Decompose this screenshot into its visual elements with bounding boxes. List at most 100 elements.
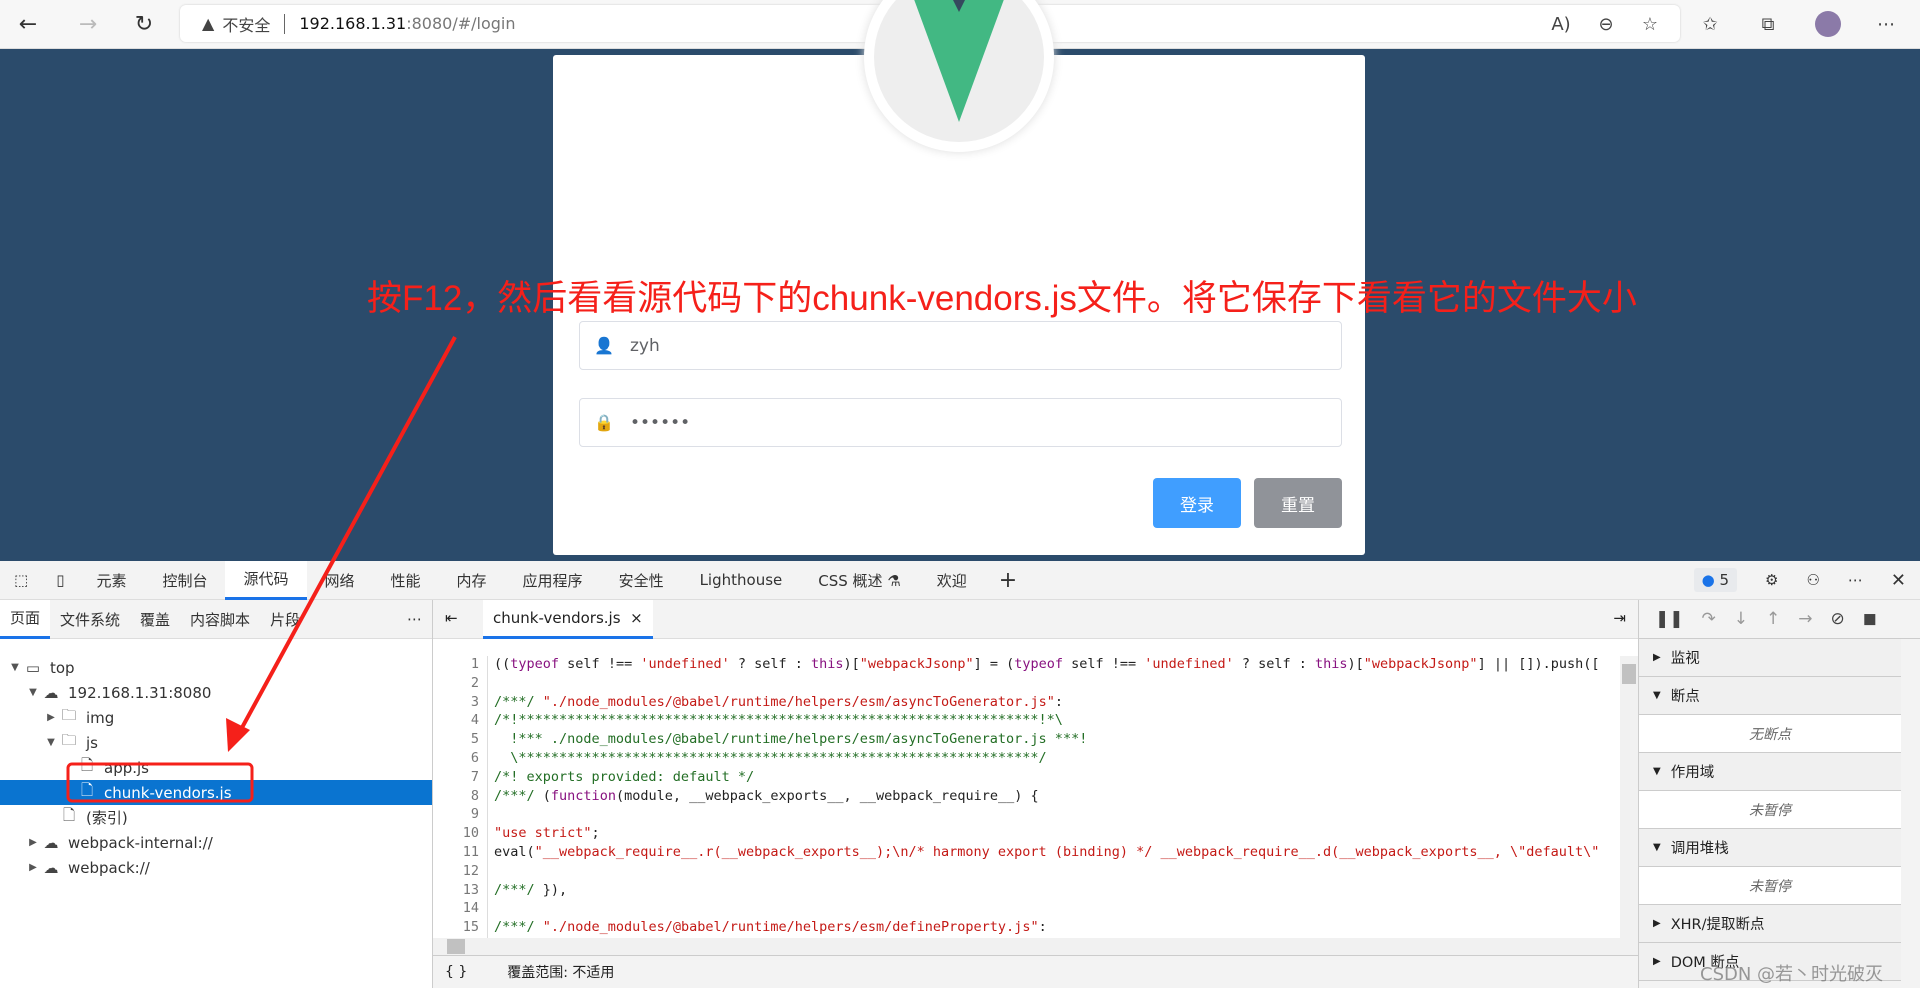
- code-line: 3 /***/ "./node_modules/@babel/runtime/he…: [433, 693, 1618, 713]
- more-options-icon[interactable]: ⋯: [1834, 561, 1877, 600]
- line-number[interactable]: 14: [433, 900, 488, 920]
- tab-5[interactable]: 内存: [439, 561, 505, 600]
- line-number[interactable]: 12: [433, 862, 488, 882]
- debugger-section-header[interactable]: ▼ 断点: [1639, 677, 1901, 715]
- tree-item[interactable]: ▶ 🗀 img: [0, 705, 432, 730]
- tab-8[interactable]: Lighthouse: [682, 561, 801, 600]
- line-number[interactable]: 1: [433, 656, 488, 675]
- read-aloud-icon[interactable]: A): [1545, 8, 1577, 40]
- expanded-arrow-icon[interactable]: ▼: [44, 737, 58, 748]
- tree-item[interactable]: 🗋 chunk-vendors.js: [0, 780, 432, 805]
- tree-item[interactable]: ▼ ☁ 192.168.1.31:8080: [0, 680, 432, 705]
- debugger-section-header[interactable]: ▶ XHR/提取断点: [1639, 905, 1901, 943]
- vertical-scrollbar[interactable]: [1620, 656, 1638, 938]
- feedback-icon[interactable]: ⚇: [1792, 561, 1833, 600]
- pretty-print-icon[interactable]: { }: [445, 964, 467, 980]
- more-tabs-icon[interactable]: ⋯: [397, 600, 432, 639]
- nav-tab-1[interactable]: 文件系统: [50, 600, 130, 639]
- collapsed-arrow-icon[interactable]: ▶: [26, 862, 40, 873]
- toggle-navigator-icon[interactable]: ⇤: [445, 609, 458, 627]
- tab-9[interactable]: CSS 概述 ⚗: [800, 561, 919, 600]
- close-tab-icon[interactable]: ×: [630, 609, 643, 627]
- tree-item[interactable]: 🗋 (索引): [0, 805, 432, 830]
- line-number[interactable]: 2: [433, 674, 488, 694]
- close-devtools-icon[interactable]: ✕: [1877, 561, 1920, 600]
- line-number[interactable]: 4: [433, 712, 488, 732]
- code-token: typeof: [510, 656, 560, 672]
- file-tab[interactable]: chunk-vendors.js ×: [483, 599, 653, 639]
- tab-4[interactable]: 性能: [373, 561, 439, 600]
- tree-item-label: top: [50, 658, 75, 677]
- line-number[interactable]: 7: [433, 768, 488, 788]
- code-view[interactable]: 1((typeof self !== 'undefined' ? self : …: [433, 656, 1618, 957]
- tree-item-label: 192.168.1.31:8080: [68, 683, 212, 702]
- line-number[interactable]: 10: [433, 825, 488, 844]
- add-tab-icon[interactable]: +: [985, 561, 1031, 600]
- line-number[interactable]: 6: [433, 749, 488, 769]
- expanded-arrow-icon[interactable]: ▼: [8, 662, 22, 673]
- tab-10[interactable]: 欢迎: [919, 561, 985, 600]
- expanded-arrow-icon[interactable]: ▼: [26, 687, 40, 698]
- favorites-icon[interactable]: ✩: [1694, 8, 1726, 40]
- tree-item[interactable]: ▼ 🗀 js: [0, 730, 432, 755]
- step-into-icon[interactable]: ↓: [1734, 609, 1748, 629]
- horizontal-scrollbar[interactable]: [433, 938, 1638, 955]
- line-number[interactable]: 15: [433, 919, 488, 938]
- tab-3[interactable]: 网络: [307, 561, 373, 600]
- nav-tab-4[interactable]: 片段: [260, 600, 310, 639]
- device-toolbar-icon[interactable]: ▯: [42, 561, 78, 600]
- more-icon[interactable]: ⋯: [1870, 8, 1902, 40]
- line-number[interactable]: 8: [433, 787, 488, 807]
- reset-button[interactable]: 重置: [1254, 478, 1342, 528]
- issues-badge[interactable]: ● 5: [1680, 561, 1751, 600]
- collections-icon[interactable]: ⧉: [1752, 8, 1784, 40]
- debugger-section-header[interactable]: ▼ 调用堆栈: [1639, 829, 1901, 867]
- pause-on-exceptions-icon[interactable]: ◼: [1863, 609, 1877, 629]
- collapsed-arrow-icon[interactable]: ▶: [44, 712, 58, 723]
- step-out-icon[interactable]: ↑: [1766, 609, 1780, 629]
- tab-0[interactable]: 元素: [78, 561, 144, 600]
- tree-item[interactable]: ▶ ☁ webpack://: [0, 855, 432, 880]
- profile-avatar[interactable]: [1812, 8, 1844, 40]
- tab-7[interactable]: 安全性: [601, 561, 682, 600]
- code-token: ] || []).push([: [1477, 656, 1600, 672]
- debugger-section-header[interactable]: ▶ 监视: [1639, 639, 1901, 677]
- deactivate-breakpoints-icon[interactable]: ⊘: [1831, 609, 1845, 629]
- tab-2[interactable]: 源代码: [225, 560, 307, 600]
- inspect-icon[interactable]: ⬚: [0, 561, 42, 600]
- code-token: )[: [1347, 656, 1364, 672]
- line-number[interactable]: 13: [433, 881, 488, 901]
- toggle-debugger-icon[interactable]: ⇥: [1613, 609, 1626, 627]
- code-token: self !==: [559, 656, 641, 672]
- tab-6[interactable]: 应用程序: [505, 561, 601, 600]
- add-favorite-icon[interactable]: ☆: [1634, 8, 1666, 40]
- tree-item[interactable]: ▼ ▭ top: [0, 655, 432, 680]
- file-tab-label: chunk-vendors.js: [493, 608, 621, 627]
- step-icon[interactable]: →: [1798, 609, 1812, 629]
- debugger-section-header[interactable]: ▼ 作用域: [1639, 753, 1901, 791]
- forward-icon[interactable]: →: [72, 8, 104, 40]
- tree-item[interactable]: 🗋 app.js: [0, 755, 432, 780]
- line-number[interactable]: 11: [433, 843, 488, 863]
- line-number[interactable]: 5: [433, 731, 488, 750]
- file-icon: 🗋: [80, 756, 94, 774]
- back-icon[interactable]: ←: [12, 8, 44, 40]
- collapsed-arrow-icon[interactable]: ▶: [26, 837, 40, 848]
- code-token: "webpackJsonp": [859, 656, 974, 672]
- reload-icon[interactable]: ↻: [128, 8, 160, 40]
- line-number[interactable]: 3: [433, 693, 488, 713]
- section-empty-text: 无断点: [1639, 715, 1901, 753]
- tab-1[interactable]: 控制台: [144, 561, 225, 600]
- tree-item[interactable]: ▶ ☁ webpack-internal://: [0, 830, 432, 855]
- line-number[interactable]: 9: [433, 806, 488, 826]
- password-input[interactable]: 🔒 ••••••: [579, 398, 1342, 447]
- nav-tab-3[interactable]: 内容脚本: [180, 600, 260, 639]
- username-input[interactable]: 👤 zyh: [579, 321, 1342, 370]
- pause-icon[interactable]: ❚❚: [1655, 609, 1684, 629]
- nav-tab-2[interactable]: 覆盖: [130, 600, 180, 639]
- zoom-icon[interactable]: ⊖: [1590, 8, 1622, 40]
- settings-gear-icon[interactable]: ⚙: [1751, 561, 1792, 600]
- login-button[interactable]: 登录: [1153, 478, 1241, 528]
- nav-tab-0[interactable]: 页面: [0, 599, 51, 639]
- step-over-icon[interactable]: ↷: [1702, 609, 1716, 629]
